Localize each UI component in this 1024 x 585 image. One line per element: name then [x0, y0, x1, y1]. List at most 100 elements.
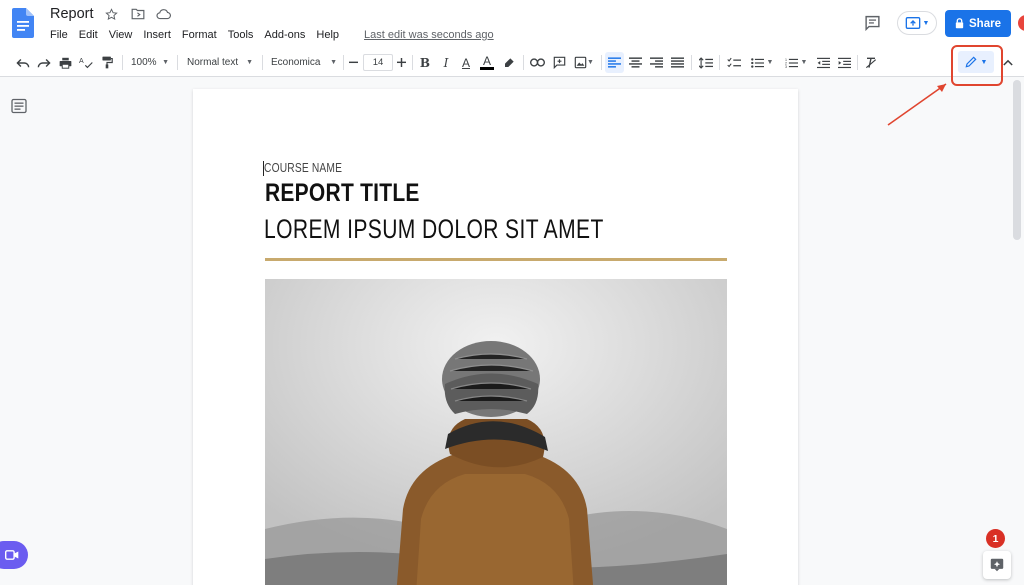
insert-link-button[interactable]: [528, 52, 546, 73]
insert-comment-button[interactable]: [550, 52, 568, 73]
menu-add-ons[interactable]: Add-ons: [264, 29, 305, 41]
align-center-button[interactable]: [626, 52, 645, 73]
underline-button[interactable]: A: [457, 52, 475, 73]
menu-tools[interactable]: Tools: [228, 29, 254, 41]
highlight-color-button[interactable]: [500, 52, 518, 73]
increase-indent-button[interactable]: [835, 52, 854, 73]
plus-icon: [396, 58, 406, 67]
undo-button[interactable]: [14, 52, 32, 73]
checklist-button[interactable]: [724, 52, 743, 73]
print-button[interactable]: [56, 52, 74, 73]
chevron-down-icon: ▼: [162, 59, 169, 66]
justify-button[interactable]: [668, 52, 687, 73]
bold-button[interactable]: B: [416, 52, 434, 73]
redo-icon: [37, 58, 51, 67]
spellcheck-icon: A: [79, 58, 93, 69]
present-button[interactable]: ▼: [897, 11, 937, 35]
comment-history-button[interactable]: [860, 12, 884, 34]
bulleted-list-button[interactable]: ▼: [747, 52, 777, 73]
increase-font-size-button[interactable]: [393, 52, 409, 73]
checklist-icon: [726, 57, 741, 67]
toolbar-divider: [601, 55, 602, 70]
clear-formatting-button[interactable]: [862, 52, 880, 73]
docs-header: Report File Edit View Insert Format Tool…: [0, 0, 1024, 48]
lock-icon: [955, 18, 964, 29]
line-spacing-button[interactable]: [696, 52, 715, 73]
meet-button[interactable]: [0, 541, 28, 569]
italic-button[interactable]: I: [437, 52, 455, 73]
increase-indent-icon: [838, 57, 851, 68]
zoom-select[interactable]: 100% ▼: [128, 52, 172, 73]
share-label: Share: [969, 17, 1001, 30]
menu-file[interactable]: File: [50, 29, 68, 41]
menu-format[interactable]: Format: [182, 29, 217, 41]
document-title[interactable]: Report: [50, 6, 94, 22]
text-color-letter: A: [482, 54, 491, 68]
menu-bar: File Edit View Insert Format Tools Add-o…: [50, 29, 494, 41]
menu-help[interactable]: Help: [316, 29, 339, 41]
paragraph-style-value: Normal text: [187, 57, 239, 68]
minus-icon: [348, 61, 358, 64]
cloud-saved-icon[interactable]: [156, 6, 172, 22]
document-outline-icon[interactable]: [11, 98, 27, 114]
toolbar-divider: [857, 55, 858, 70]
insert-image-button[interactable]: ▼: [571, 52, 597, 73]
document-page[interactable]: COURSE NAME REPORT TITLE LOREM IPSUM DOL…: [193, 89, 798, 585]
underline-letter: A: [461, 55, 470, 70]
last-edit-link[interactable]: Last edit was seconds ago: [364, 29, 494, 41]
svg-text:A: A: [79, 58, 84, 65]
font-size-input[interactable]: 14: [363, 54, 393, 71]
title-row: Report: [50, 6, 172, 22]
chevron-down-icon: ▼: [587, 59, 594, 66]
font-family-select[interactable]: Economica ▼: [268, 52, 340, 73]
numbered-list-icon: 123: [785, 58, 798, 69]
account-avatar[interactable]: [1018, 15, 1024, 31]
menu-insert[interactable]: Insert: [143, 29, 171, 41]
report-subtitle[interactable]: LOREM IPSUM DOLOR SIT AMET: [264, 214, 604, 245]
toolbar-divider: [122, 55, 123, 70]
cover-photo[interactable]: [265, 279, 727, 585]
add-comment-icon: [553, 56, 565, 69]
decrease-indent-button[interactable]: [814, 52, 833, 73]
highlighter-icon: [505, 57, 514, 67]
course-name-text[interactable]: COURSE NAME: [264, 161, 342, 175]
numbered-list-button[interactable]: 123 ▼: [781, 52, 811, 73]
docs-logo-icon[interactable]: [12, 8, 34, 38]
gold-divider-line: [265, 258, 727, 261]
line-spacing-icon: [698, 56, 713, 69]
chevron-up-icon: [1003, 59, 1013, 66]
align-center-icon: [629, 57, 642, 68]
print-icon: [59, 57, 71, 69]
text-color-button[interactable]: A: [478, 52, 496, 73]
share-button[interactable]: Share: [945, 10, 1011, 37]
text-color-swatch: [480, 67, 494, 70]
star-icon[interactable]: [104, 6, 120, 22]
report-title-heading[interactable]: REPORT TITLE: [265, 179, 420, 208]
explore-icon: [990, 558, 1004, 572]
paragraph-style-select[interactable]: Normal text ▼: [184, 52, 256, 73]
undo-icon: [16, 58, 30, 67]
align-right-icon: [650, 57, 663, 68]
redo-button[interactable]: [35, 52, 53, 73]
align-right-button[interactable]: [647, 52, 666, 73]
docs-window: Report File Edit View Insert Format Tool…: [0, 0, 1024, 585]
align-left-button[interactable]: [605, 52, 624, 73]
paint-format-button[interactable]: [98, 52, 116, 73]
explore-button[interactable]: [983, 551, 1011, 579]
font-family-value: Economica: [271, 57, 321, 68]
present-icon: [905, 17, 920, 29]
chevron-down-icon: ▼: [330, 59, 337, 66]
comment-history-icon: [864, 15, 880, 31]
hide-menus-button[interactable]: [1001, 54, 1015, 70]
spelling-check-button[interactable]: A: [77, 52, 95, 73]
menu-edit[interactable]: Edit: [79, 29, 98, 41]
justify-icon: [671, 57, 684, 68]
menu-view[interactable]: View: [109, 29, 133, 41]
move-to-folder-icon[interactable]: [130, 6, 146, 22]
chevron-down-icon: ▼: [922, 19, 930, 27]
decrease-font-size-button[interactable]: [345, 52, 361, 73]
image-icon: [574, 56, 587, 69]
toolbar-divider: [177, 55, 178, 70]
toolbar-divider: [262, 55, 263, 70]
vertical-scrollbar[interactable]: [1013, 80, 1021, 240]
